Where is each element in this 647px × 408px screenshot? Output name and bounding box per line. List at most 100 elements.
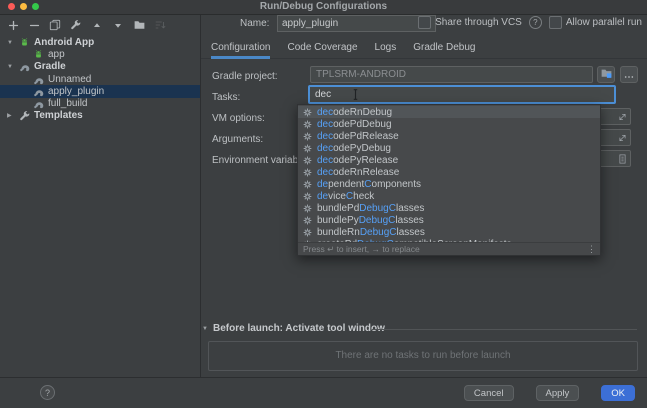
copy-configuration-button[interactable]: [48, 19, 62, 32]
gear-icon: [303, 119, 313, 129]
gradle-icon: [32, 87, 45, 97]
completion-item-label: bundleRnDebugClasses: [317, 227, 425, 238]
completion-item-label: dependentComponents: [317, 179, 421, 190]
share-vcs-help-icon[interactable]: ?: [529, 16, 542, 29]
ellipsis-icon: [624, 66, 634, 84]
create-folder-button[interactable]: [132, 19, 146, 32]
wrench-icon: [18, 110, 31, 122]
completion-item[interactable]: decodePdDebug: [298, 118, 600, 130]
ok-button[interactable]: OK: [601, 385, 635, 401]
remove-configuration-button[interactable]: [27, 19, 41, 32]
completion-item-label: bundlePyDebugClasses: [317, 215, 424, 226]
edit-templates-button[interactable]: [69, 19, 83, 32]
completion-item[interactable]: bundlePyDebugClasses: [298, 214, 600, 226]
completion-item-label: decodePdDebug: [317, 119, 392, 130]
tree-item-label: app: [48, 49, 65, 60]
allow-parallel-run-checkbox[interactable]: [549, 16, 562, 29]
completion-item[interactable]: dependentComponents: [298, 178, 600, 190]
vm-options-label: VM options:: [212, 113, 265, 124]
run-debug-configurations-dialog: Run/Debug Configurations ▼Android Appapp…: [0, 0, 647, 408]
completion-list: decodeRnDebugdecodePdDebugdecodePdReleas…: [298, 106, 600, 243]
tree-item-templates[interactable]: ▶Templates: [0, 109, 200, 122]
gradle-project-input[interactable]: TPLSRM-ANDROID: [310, 66, 593, 83]
gear-icon: [303, 131, 313, 141]
tree-item-label: Android App: [34, 37, 94, 48]
configurations-tree: ▼ Android Appapp ▼ Gradle Unnamedapply_plugi…: [0, 36, 200, 378]
gradle-project-label: Gradle project:: [212, 71, 278, 82]
tab-gradle-debug[interactable]: Gradle Debug: [413, 42, 475, 59]
completion-item[interactable]: decodePyDebug: [298, 142, 600, 154]
expand-field-icon[interactable]: [618, 112, 627, 121]
move-down-button[interactable]: [111, 19, 125, 32]
completion-item[interactable]: deviceCheck: [298, 190, 600, 202]
completion-item-label: decodeRnRelease: [317, 167, 399, 178]
chevron-down-icon[interactable]: ▼: [5, 64, 18, 70]
expand-field-icon[interactable]: [618, 133, 627, 142]
titlebar: Run/Debug Configurations: [0, 0, 647, 15]
gear-icon: [303, 107, 313, 117]
before-launch-title: Before launch: Activate tool window: [213, 323, 385, 334]
tree-item-label: Unnamed: [48, 74, 91, 85]
before-launch-empty-text: There are no tasks to run before launch: [209, 350, 637, 361]
completion-item-label: decodePdRelease: [317, 131, 399, 142]
completion-item[interactable]: decodeRnRelease: [298, 166, 600, 178]
share-through-vcs-label: Share through VCS: [435, 17, 522, 28]
footer-buttons: Cancel Apply OK: [464, 385, 635, 401]
chevron-right-icon[interactable]: ▶: [5, 112, 18, 119]
completion-item[interactable]: decodeRnDebug: [298, 106, 600, 118]
gradle-project-more-button[interactable]: [620, 66, 638, 83]
gear-icon: [303, 203, 313, 213]
share-through-vcs-checkbox[interactable]: [418, 16, 431, 29]
gear-icon: [303, 191, 313, 201]
chevron-down-icon[interactable]: ▼: [202, 326, 208, 332]
tree-item-label: Gradle: [34, 61, 66, 72]
gradle-project-value: TPLSRM-ANDROID: [316, 69, 406, 80]
gradle-icon: [32, 75, 45, 85]
apply-button[interactable]: Apply: [536, 385, 580, 401]
tasks-value: dec: [315, 89, 331, 100]
gear-icon: [303, 155, 313, 165]
android-icon: [32, 49, 45, 60]
gradle-icon: [32, 99, 45, 109]
tab-code-coverage[interactable]: Code Coverage: [287, 42, 357, 59]
sort-configurations-button: [153, 19, 167, 32]
tree-item-gradle[interactable]: ▼ Gradle: [0, 60, 200, 73]
gradle-project-browse-button[interactable]: [597, 66, 615, 83]
gear-icon: [303, 215, 313, 225]
completion-item-label: decodePyRelease: [317, 155, 398, 166]
tab-configuration[interactable]: Configuration: [211, 42, 270, 59]
tab-logs[interactable]: Logs: [375, 42, 397, 59]
dialog-footer: ? Cancel Apply OK: [0, 377, 647, 408]
window-title: Run/Debug Configurations: [0, 1, 647, 12]
browse-variables-icon[interactable]: [618, 153, 627, 164]
gradle-icon: [18, 62, 31, 72]
completion-status-bar: Press ↵ to insert, → to replace ⋮: [298, 242, 600, 255]
gear-icon: [303, 143, 313, 153]
completion-item[interactable]: decodePyRelease: [298, 154, 600, 166]
cancel-button[interactable]: Cancel: [464, 385, 514, 401]
before-launch-divider: [372, 329, 637, 330]
header-checkboxes: Share through VCS ? Allow parallel run: [418, 16, 642, 29]
completion-item[interactable]: bundlePdDebugClasses: [298, 202, 600, 214]
more-options-icon[interactable]: ⋮: [587, 244, 595, 255]
gear-icon: [303, 179, 313, 189]
move-up-button[interactable]: [90, 19, 104, 32]
name-input[interactable]: apply_plugin: [277, 15, 436, 32]
configurations-toolbar: [6, 18, 167, 32]
allow-parallel-run-label: Allow parallel run: [566, 17, 642, 28]
chevron-down-icon[interactable]: ▼: [5, 40, 18, 46]
config-tabs: Configuration Code Coverage Logs Gradle Deb…: [211, 42, 475, 59]
configurations-sidebar: ▼ Android Appapp ▼ Gradle Unnamedapply_plugi…: [0, 15, 201, 378]
tasks-label: Tasks:: [212, 92, 240, 103]
completion-item[interactable]: decodePdRelease: [298, 130, 600, 142]
help-button[interactable]: ?: [40, 385, 55, 400]
name-label: Name:: [240, 18, 269, 29]
completion-item-label: decodePyDebug: [317, 143, 391, 154]
tree-item-label: apply_plugin: [48, 86, 104, 97]
completion-item-label: deviceCheck: [317, 191, 374, 202]
before-launch-panel: There are no tasks to run before launch: [208, 341, 638, 371]
add-configuration-button[interactable]: [6, 19, 20, 32]
completion-item[interactable]: bundleRnDebugClasses: [298, 226, 600, 238]
name-value: apply_plugin: [282, 18, 338, 29]
help-label: ?: [45, 388, 50, 398]
